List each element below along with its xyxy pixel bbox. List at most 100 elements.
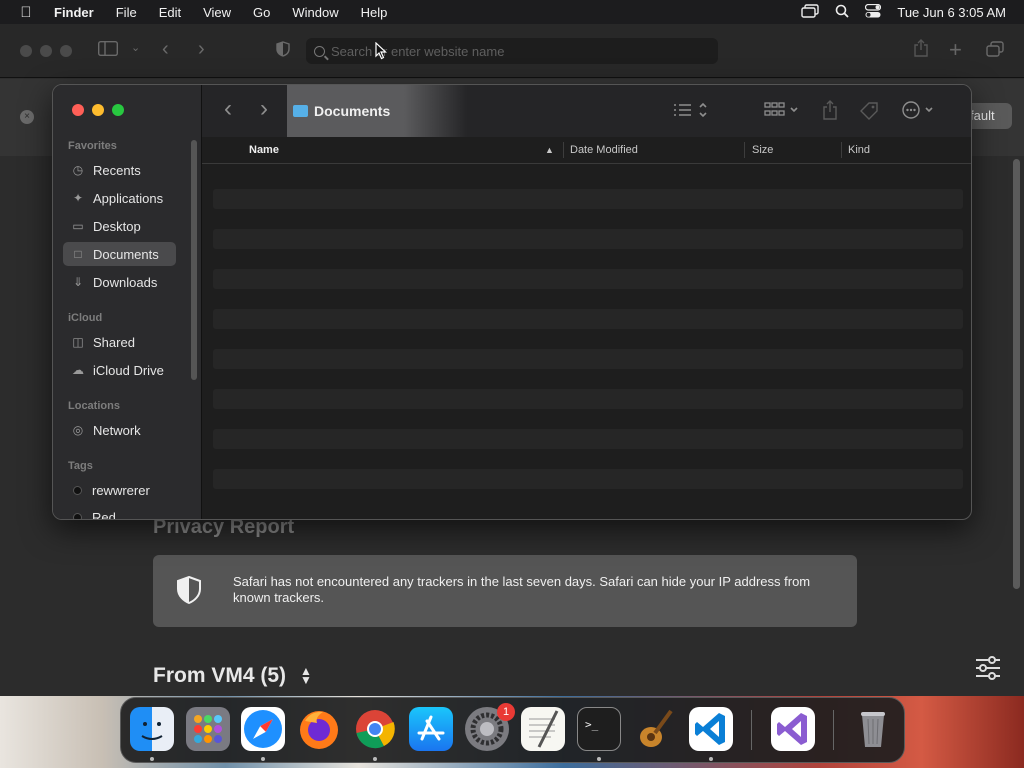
close-button[interactable]	[20, 45, 32, 57]
set-default-button[interactable]: fault	[966, 103, 1012, 129]
column-divider	[841, 142, 842, 158]
sidebar-item-label: iCloud Drive	[93, 362, 164, 378]
chevron-down-icon[interactable]: ⌄	[131, 41, 140, 54]
sort-ascending-icon[interactable]: ▲	[545, 145, 554, 155]
close-icon[interactable]: ×	[20, 110, 34, 124]
trash-icon[interactable]	[851, 707, 895, 751]
back-arrow-icon[interactable]: ‹	[224, 95, 232, 123]
tag-icon[interactable]	[859, 101, 879, 126]
empty-row	[213, 349, 963, 369]
vscode-app-icon[interactable]	[689, 707, 733, 751]
textedit-app-icon[interactable]	[521, 707, 565, 751]
cloud-icon: ☁	[72, 363, 84, 377]
sidebar-toggle-icon[interactable]	[97, 40, 119, 61]
launchpad-app-icon[interactable]	[186, 707, 230, 751]
safari-scrollbar[interactable]	[1013, 159, 1020, 589]
empty-row	[213, 429, 963, 449]
menu-view[interactable]: View	[192, 5, 242, 20]
sidebar-scrollbar[interactable]	[191, 140, 197, 380]
column-size[interactable]: Size	[752, 144, 773, 156]
menu-edit[interactable]: Edit	[148, 5, 192, 20]
menu-window[interactable]: Window	[281, 5, 349, 20]
window-title: Documents	[314, 103, 391, 119]
sidebar-item-recents[interactable]: ◷ Recents	[63, 158, 176, 182]
sidebar-section-icloud: iCloud	[68, 312, 103, 324]
address-bar[interactable]: Search or enter website name	[306, 38, 718, 64]
empty-row	[213, 309, 963, 329]
column-header: Name ▲ Date Modified Size Kind	[202, 137, 971, 164]
column-date-modified[interactable]: Date Modified	[570, 144, 638, 156]
column-divider	[563, 142, 564, 158]
tag-dot-icon	[73, 485, 82, 495]
close-button[interactable]	[72, 104, 84, 116]
control-center-icon[interactable]	[865, 3, 882, 21]
firefox-app-icon[interactable]	[297, 707, 341, 751]
terminal-app-icon[interactable]: >_	[577, 707, 621, 751]
back-arrow-icon[interactable]: ‹	[162, 38, 169, 61]
sidebar-item-label: Recents	[93, 162, 141, 178]
forward-arrow-icon[interactable]: ›	[260, 95, 268, 123]
menu-file[interactable]: File	[105, 5, 148, 20]
sidebar-item-documents[interactable]: □ Documents	[63, 242, 176, 266]
sidebar-item-label: Red	[92, 509, 116, 520]
menu-bar:  Finder File Edit View Go Window Help T…	[0, 0, 1024, 24]
column-divider	[744, 142, 745, 158]
tab-overview-icon[interactable]	[986, 41, 1004, 62]
menu-go[interactable]: Go	[242, 5, 281, 20]
zoom-button[interactable]	[60, 45, 72, 57]
garageband-app-icon[interactable]	[633, 707, 677, 751]
finder-app-icon[interactable]	[130, 707, 174, 751]
sidebar-tag-red[interactable]: Red	[63, 505, 176, 520]
dock-separator	[751, 710, 752, 750]
privacy-report-card[interactable]: Safari has not encountered any trackers …	[153, 555, 857, 627]
menubar-clock[interactable]: Tue Jun 6 3:05 AM	[897, 5, 1006, 20]
finder-window: Favorites ◷ Recents ✦ Applications ▭ Des…	[52, 84, 972, 520]
sidebar-item-network[interactable]: ◎ Network	[63, 418, 176, 442]
menu-app-name[interactable]: Finder	[52, 5, 105, 20]
empty-row	[213, 229, 963, 249]
apple-menu-icon[interactable]: 	[0, 4, 52, 21]
running-indicator	[150, 757, 154, 761]
list-view-icon[interactable]	[674, 101, 708, 124]
customize-sliders-icon[interactable]	[975, 656, 1001, 680]
chrome-app-icon[interactable]	[353, 707, 397, 751]
share-icon[interactable]	[913, 39, 929, 62]
new-tab-icon[interactable]: +	[949, 37, 962, 63]
running-indicator	[709, 757, 713, 761]
privacy-shield-icon[interactable]	[276, 41, 290, 62]
menu-help[interactable]: Help	[350, 5, 399, 20]
sidebar-item-shared[interactable]: ◫ Shared	[63, 330, 176, 354]
minimize-button[interactable]	[92, 104, 104, 116]
chevron-up-down-icon[interactable]: ▲ ▼	[300, 665, 312, 686]
sidebar-section-locations: Locations	[68, 400, 120, 412]
screen-mirroring-icon[interactable]	[801, 3, 820, 21]
sidebar-tag-rewwrerer[interactable]: rewwrerer	[63, 478, 176, 502]
spotlight-search-icon[interactable]	[835, 4, 849, 21]
applications-icon: ✦	[72, 191, 84, 205]
column-name[interactable]: Name	[249, 144, 279, 156]
sidebar-item-desktop[interactable]: ▭ Desktop	[63, 214, 176, 238]
column-kind[interactable]: Kind	[848, 144, 870, 156]
share-icon[interactable]	[822, 100, 838, 125]
empty-row	[213, 269, 963, 289]
sidebar-item-applications[interactable]: ✦ Applications	[63, 186, 176, 210]
zoom-button[interactable]	[112, 104, 124, 116]
shield-icon	[177, 576, 201, 604]
safari-app-icon[interactable]	[241, 707, 285, 751]
sidebar-item-downloads[interactable]: ⇓ Downloads	[63, 270, 176, 294]
sidebar-section-favorites: Favorites	[68, 140, 117, 152]
download-icon: ⇓	[72, 275, 84, 289]
minimize-button[interactable]	[40, 45, 52, 57]
sidebar-item-icloud-drive[interactable]: ☁ iCloud Drive	[63, 358, 176, 382]
path-title-chip[interactable]: Documents	[287, 85, 467, 137]
empty-row	[213, 189, 963, 209]
group-grid-icon[interactable]	[764, 101, 800, 124]
device-tabs-title[interactable]: From VM4 (5)	[153, 664, 286, 688]
dock-separator	[833, 710, 834, 750]
tag-dot-icon	[73, 512, 82, 519]
forward-arrow-icon[interactable]: ›	[198, 38, 205, 61]
app-store-app-icon[interactable]	[409, 707, 453, 751]
mouse-cursor-icon	[375, 42, 387, 60]
more-actions-icon[interactable]	[902, 101, 936, 124]
visual-studio-app-icon[interactable]	[771, 707, 815, 751]
